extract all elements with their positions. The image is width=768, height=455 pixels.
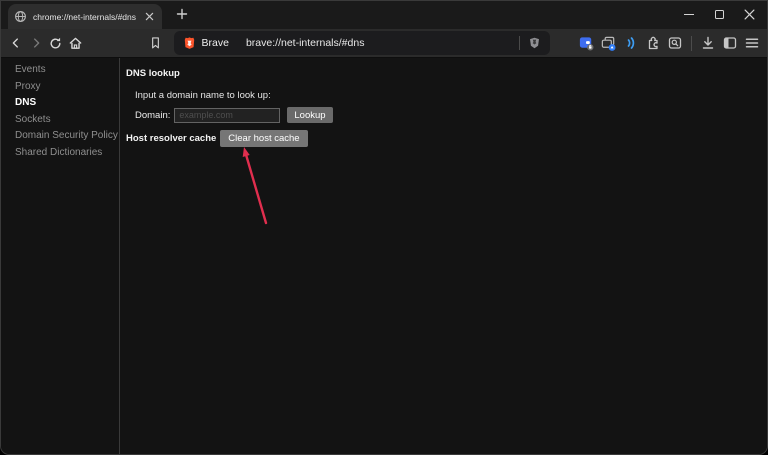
domain-row: Domain: Lookup — [135, 107, 767, 123]
media-waves-icon[interactable] — [621, 33, 641, 53]
domain-input[interactable] — [174, 108, 280, 123]
tab-search-icon[interactable] — [665, 33, 685, 53]
sidebar-item-sockets[interactable]: Sockets — [1, 112, 119, 129]
brave-shields-icon[interactable] — [528, 36, 541, 50]
tab-media-badge-icon[interactable] — [599, 33, 619, 53]
toolbar-separator — [691, 36, 692, 51]
menu-hamburger-icon[interactable] — [742, 33, 762, 53]
bookmark-icon[interactable] — [146, 33, 166, 53]
sidebar-item-proxy[interactable]: Proxy — [1, 79, 119, 96]
clear-host-cache-button[interactable]: Clear host cache — [220, 130, 307, 147]
maximize-icon[interactable] — [704, 1, 734, 28]
brave-lion-icon[interactable] — [183, 36, 196, 50]
reload-icon[interactable] — [46, 33, 66, 53]
net-internals-sidebar: Events Proxy DNS Sockets Domain Security… — [1, 58, 120, 455]
tab-net-internals[interactable]: chrome://net-internals/#dns — [8, 4, 162, 29]
extensions-puzzle-icon[interactable] — [643, 33, 663, 53]
download-icon[interactable] — [698, 33, 718, 53]
host-resolver-cache-label: Host resolver cache — [126, 133, 216, 144]
back-icon[interactable] — [6, 33, 26, 53]
lookup-button[interactable]: Lookup — [287, 107, 332, 123]
forward-icon[interactable] — [26, 33, 46, 53]
close-window-icon[interactable] — [734, 1, 764, 28]
tab-bar: chrome://net-internals/#dns — [1, 1, 767, 29]
url-text[interactable]: brave://net-internals/#dns — [246, 37, 511, 49]
wallet-icon[interactable] — [577, 33, 597, 53]
navigation-toolbar: Brave brave://net-internals/#dns — [1, 29, 767, 58]
sidebar-item-domain-security-policy[interactable]: Domain Security Policy — [1, 128, 119, 145]
host-resolver-row: Host resolver cache Clear host cache — [126, 130, 767, 147]
browser-window: chrome://net-internals/#dns — [0, 0, 768, 455]
sidebar-item-events[interactable]: Events — [1, 62, 119, 79]
toolbar-right-icons — [577, 33, 762, 53]
domain-label: Domain: — [135, 110, 170, 121]
close-tab-icon[interactable] — [142, 10, 156, 24]
minimize-icon[interactable] — [674, 1, 704, 28]
tab-title: chrome://net-internals/#dns — [33, 12, 142, 22]
side-panel-icon[interactable] — [720, 33, 740, 53]
new-tab-plus-icon[interactable] — [171, 3, 193, 25]
sidebar-item-shared-dictionaries[interactable]: Shared Dictionaries — [1, 145, 119, 162]
address-bar[interactable]: Brave brave://net-internals/#dns — [174, 31, 550, 55]
home-icon[interactable] — [66, 33, 86, 53]
dns-lookup-heading: DNS lookup — [126, 68, 767, 79]
dns-lookup-instruction: Input a domain name to look up: — [135, 90, 767, 101]
address-bar-separator — [519, 36, 520, 50]
page-content: Events Proxy DNS Sockets Domain Security… — [1, 58, 767, 455]
globe-favicon-icon — [14, 10, 27, 23]
sidebar-item-dns[interactable]: DNS — [1, 95, 119, 112]
site-label: Brave — [202, 37, 229, 49]
dns-panel: DNS lookup Input a domain name to look u… — [120, 58, 767, 455]
window-controls — [674, 1, 764, 28]
